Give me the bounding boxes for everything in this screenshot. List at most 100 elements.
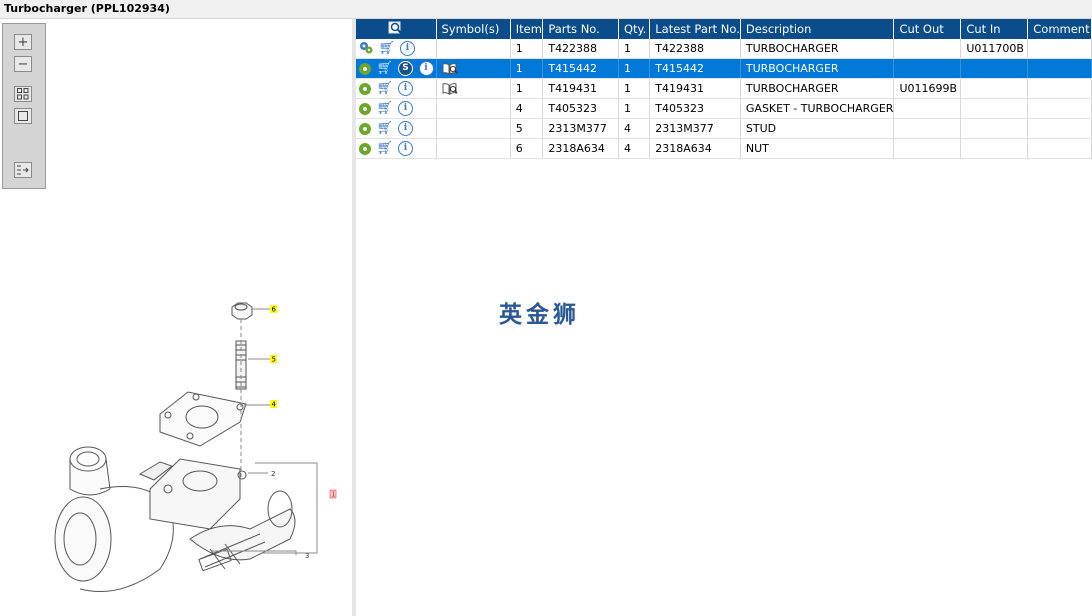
drawing-toolbar: + − <box>2 23 46 189</box>
svg-text:5: 5 <box>272 356 276 364</box>
cut-in-cell <box>960 78 1029 99</box>
gear-icon[interactable] <box>359 82 371 95</box>
zoom-out-icon[interactable]: − <box>14 56 32 72</box>
row-actions: 🛒︎ i <box>356 98 437 119</box>
svg-text:4: 4 <box>272 401 277 409</box>
book-search-icon[interactable] <box>442 62 458 76</box>
item-cell: 1 <box>510 58 544 79</box>
callout-3[interactable]: 3 <box>305 552 309 560</box>
cut-in-cell: U011700B <box>960 39 1029 59</box>
cut-out-cell: U011699B <box>893 78 962 99</box>
s-badge-icon[interactable]: S <box>398 61 413 76</box>
show-list-icon[interactable] <box>14 162 32 178</box>
item-cell: 1 <box>510 78 544 99</box>
callout-6[interactable]: 6 <box>270 305 277 314</box>
column-header-search[interactable] <box>356 19 437 39</box>
gear-icon[interactable] <box>359 122 371 135</box>
callout-5[interactable]: 5 <box>270 355 277 364</box>
row-actions: 🛒︎ i <box>356 78 437 99</box>
column-header-symbols[interactable]: Symbol(s) <box>436 19 511 39</box>
info-icon[interactable]: i <box>398 81 413 96</box>
callout-4[interactable]: 4 <box>270 400 277 409</box>
cart-icon[interactable]: 🛒︎ <box>377 121 394 136</box>
zoom-in-icon[interactable]: + <box>14 34 32 50</box>
table-row[interactable]: 🛒︎ i 4 T405323 1 T405323 GASKET - TURBOC… <box>356 98 1092 119</box>
callout-1[interactable]: 1 <box>329 489 337 499</box>
nut-part[interactable] <box>231 302 253 320</box>
fit-single-icon[interactable] <box>14 108 32 124</box>
symbols-cell <box>436 98 511 119</box>
svg-text:3: 3 <box>305 552 309 560</box>
gasket-part[interactable] <box>159 391 247 447</box>
column-header-parts-no[interactable]: Parts No. <box>542 19 619 39</box>
row-actions: 🛒︎ i <box>356 138 437 159</box>
gear-icon[interactable] <box>359 142 371 155</box>
info-icon[interactable]: i <box>398 121 413 136</box>
table-row-selected[interactable]: 🛒︎ S i 1 T415442 1 T415442 TURBOCHARGER <box>356 58 1092 79</box>
parts-no-cell: T422388 <box>542 39 619 59</box>
exploded-diagram[interactable]: 6 5 4 2 1 3 <box>0 19 352 616</box>
table-row[interactable]: 🛒︎ i 1 T419431 1 T419431 TURBOCHARGER U0… <box>356 78 1092 99</box>
book-search-icon[interactable] <box>442 82 458 96</box>
table-row[interactable]: 🛒︎ i 1 T422388 1 T422388 TURBOCHARGER U0… <box>356 39 1092 59</box>
item-cell: 1 <box>510 39 544 59</box>
column-header-latest-part-no[interactable]: Latest Part No. <box>649 19 741 39</box>
qty-cell: 1 <box>618 58 651 79</box>
latest-part-no-cell: 2313M377 <box>649 118 741 139</box>
cart-icon[interactable]: 🛒︎ <box>377 101 394 116</box>
cut-out-cell <box>893 58 962 79</box>
column-header-cut-out[interactable]: Cut Out <box>893 19 962 39</box>
gear-icon[interactable] <box>359 102 371 115</box>
search-list-icon[interactable] <box>388 21 404 35</box>
gear-icon[interactable] <box>359 62 371 75</box>
item-cell: 5 <box>510 118 544 139</box>
table-header-row: Symbol(s) Item Parts No. Qty. Latest Par… <box>356 19 1092 39</box>
turbocharger-assembly[interactable] <box>54 446 296 592</box>
qty-cell: 1 <box>618 39 651 59</box>
latest-part-no-cell: 2318A634 <box>649 138 741 159</box>
parts-no-cell: T419431 <box>542 78 619 99</box>
table-row[interactable]: 🛒︎ i 5 2313M377 4 2313M377 STUD <box>356 118 1092 139</box>
column-header-qty[interactable]: Qty. <box>618 19 651 39</box>
column-header-description[interactable]: Description <box>740 19 895 39</box>
cart-icon[interactable]: 🛒︎ <box>377 141 394 156</box>
info-icon[interactable]: i <box>418 61 434 76</box>
comment-cell <box>1027 98 1092 119</box>
svg-text:2: 2 <box>271 470 275 478</box>
cart-icon[interactable]: 🛒︎ <box>377 61 394 76</box>
item-cell: 6 <box>510 138 544 159</box>
cut-in-cell <box>960 98 1029 119</box>
column-header-comment[interactable]: Comment <box>1027 19 1092 39</box>
cut-out-cell <box>893 118 962 139</box>
symbols-cell <box>436 78 511 99</box>
cart-icon[interactable]: 🛒︎ <box>379 41 396 56</box>
symbols-cell <box>436 58 511 79</box>
qty-cell: 4 <box>618 138 651 159</box>
table-row[interactable]: 🛒︎ i 6 2318A634 4 2318A634 NUT <box>356 138 1092 159</box>
fit-all-icon[interactable] <box>14 86 32 102</box>
cut-out-cell <box>893 98 962 119</box>
info-icon[interactable]: i <box>398 101 413 116</box>
cut-out-cell <box>893 138 962 159</box>
info-icon[interactable]: i <box>398 141 413 156</box>
description-cell: TURBOCHARGER <box>740 39 895 59</box>
parts-grid-pane: Symbol(s) Item Parts No. Qty. Latest Par… <box>356 19 1092 616</box>
column-header-cut-in[interactable]: Cut In <box>960 19 1029 39</box>
description-cell: TURBOCHARGER <box>740 78 895 99</box>
column-header-item[interactable]: Item <box>510 19 544 39</box>
gear-multi-icon[interactable] <box>359 41 373 57</box>
comment-cell <box>1027 39 1092 59</box>
item-cell: 4 <box>510 98 544 119</box>
drawing-pane[interactable]: 6 5 4 2 1 3 + − <box>0 19 352 616</box>
cart-icon[interactable]: 🛒︎ <box>377 81 394 96</box>
comment-cell <box>1027 118 1092 139</box>
qty-cell: 1 <box>618 98 651 119</box>
qty-cell: 1 <box>618 78 651 99</box>
qty-cell: 4 <box>618 118 651 139</box>
callout-2[interactable]: 2 <box>271 470 275 478</box>
window-title: Turbocharger (PPL102934) <box>4 2 170 15</box>
description-cell: GASKET - TURBOCHARGER <box>740 98 895 119</box>
parts-table: Symbol(s) Item Parts No. Qty. Latest Par… <box>356 19 1092 159</box>
info-icon[interactable]: i <box>400 41 415 56</box>
parts-no-cell: 2318A634 <box>542 138 619 159</box>
